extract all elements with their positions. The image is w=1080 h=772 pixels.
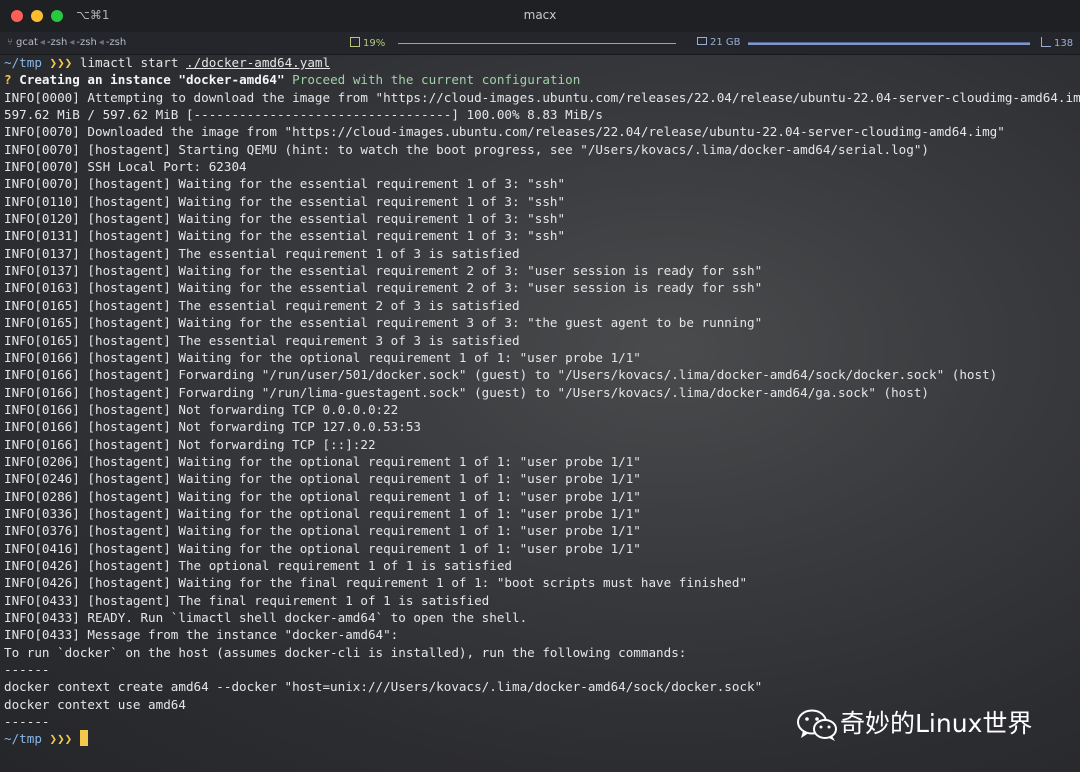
log-line: INFO[0165] [hostagent] The essential req…	[4, 297, 520, 313]
tab-separator: ◂	[98, 37, 104, 48]
tab-list: ⑂ gcat ◂ -zsh ◂ -zsh ◂ -zsh	[7, 37, 126, 48]
log-line: INFO[0120] [hostagent] Waiting for the e…	[4, 211, 566, 227]
memory-graph	[748, 42, 1030, 45]
question-mark: ?	[4, 72, 12, 88]
tab-gcat[interactable]: gcat	[16, 37, 38, 48]
tab-zsh-3[interactable]: -zsh	[106, 37, 126, 48]
log-line: INFO[0137] [hostagent] Waiting for the e…	[4, 263, 763, 279]
log-line: INFO[0166] [hostagent] Forwarding "/run/…	[4, 384, 930, 400]
cpu-icon	[350, 37, 360, 47]
log-line: INFO[0433] Message from the instance "do…	[4, 627, 399, 643]
prompt-path: ~/tmp	[4, 55, 42, 70]
log-line: INFO[0166] [hostagent] Not forwarding TC…	[4, 436, 376, 452]
log-line: ------	[4, 662, 50, 678]
log-line: INFO[0426] [hostagent] Waiting for the f…	[4, 575, 748, 591]
log-line: INFO[0416] [hostagent] Waiting for the o…	[4, 540, 641, 556]
log-line: INFO[0166] [hostagent] Not forwarding TC…	[4, 419, 422, 435]
cpu-graph	[398, 43, 676, 44]
log-line: INFO[0166] [hostagent] Not forwarding TC…	[4, 401, 399, 417]
log-line: INFO[0166] [hostagent] Waiting for the o…	[4, 349, 641, 365]
prompt-arrows: ❯❯❯	[49, 731, 73, 747]
log-line: To run `docker` on the host (assumes doc…	[4, 644, 687, 660]
log-line: INFO[0137] [hostagent] The essential req…	[4, 245, 520, 261]
prompt-arrows: ❯❯❯	[49, 55, 73, 70]
network-value: 138	[1054, 38, 1074, 49]
tab-separator: ◂	[39, 37, 45, 48]
memory-status: 21 GB	[697, 37, 741, 48]
log-line: INFO[0131] [hostagent] Waiting for the e…	[4, 228, 566, 244]
log-line: INFO[0163] [hostagent] Waiting for the e…	[4, 280, 763, 296]
log-line: INFO[0336] [hostagent] Waiting for the o…	[4, 505, 641, 521]
title-bar: ⌥⌘1 macx	[0, 0, 1080, 32]
cpu-value: 19%	[363, 38, 386, 49]
tab-zsh-2[interactable]: -zsh	[76, 37, 96, 48]
log-output: INFO[0000] Attempting to download the im…	[4, 89, 1080, 731]
command-line: ~/tmp ❯❯❯ limactl start ./docker-amd64.y…	[4, 54, 1080, 71]
log-line: INFO[0165] [hostagent] Waiting for the e…	[4, 315, 763, 331]
selected-answer: Proceed with the current configuration	[292, 72, 581, 88]
log-line: INFO[0070] [hostagent] Waiting for the e…	[4, 176, 566, 192]
log-line: INFO[0426] [hostagent] The optional requ…	[4, 557, 512, 573]
terminal-window: ⌥⌘1 macx ⑂ gcat ◂ -zsh ◂ -zsh ◂ -zsh 19% 21 GB …	[0, 0, 1080, 772]
branch-icon: ⑂	[7, 37, 13, 48]
log-line: INFO[0206] [hostagent] Waiting for the o…	[4, 453, 641, 469]
log-line: INFO[0433] [hostagent] The final require…	[4, 592, 490, 608]
network-icon	[1041, 37, 1051, 47]
watermark-text: 奇妙的Linux世界	[840, 709, 1033, 738]
status-bar: ⑂ gcat ◂ -zsh ◂ -zsh ◂ -zsh 19% 21 GB 138	[0, 32, 1080, 55]
command-argument: ./docker-amd64.yaml	[186, 55, 331, 70]
log-line: 597.62 MiB / 597.62 MiB [---------------…	[4, 107, 603, 123]
log-line: INFO[0246] [hostagent] Waiting for the o…	[4, 471, 641, 487]
prompt-path: ~/tmp	[4, 731, 42, 747]
log-line: INFO[0000] Attempting to download the im…	[4, 89, 1080, 105]
command-text: limactl start	[79, 55, 179, 70]
log-line: INFO[0166] [hostagent] Forwarding "/run/…	[4, 367, 998, 383]
log-line: INFO[0110] [hostagent] Waiting for the e…	[4, 193, 566, 209]
question-line: ? Creating an instance "docker-amd64" Pr…	[4, 71, 1080, 88]
memory-value: 21 GB	[710, 37, 741, 48]
log-line: docker context create amd64 --docker "ho…	[4, 679, 763, 695]
window-title: macx	[523, 8, 557, 22]
network-status: 138	[1041, 37, 1073, 49]
terminal-output[interactable]: ~/tmp ❯❯❯ limactl start ./docker-amd64.y…	[4, 54, 1080, 764]
log-line: INFO[0165] [hostagent] The essential req…	[4, 332, 520, 348]
wechat-icon	[797, 709, 837, 741]
log-line: INFO[0433] READY. Run `limactl shell doc…	[4, 610, 528, 625]
log-line: INFO[0286] [hostagent] Waiting for the o…	[4, 488, 641, 504]
tab-zsh-1[interactable]: -zsh	[47, 37, 67, 48]
tab-separator: ◂	[69, 37, 75, 48]
log-line: INFO[0376] [hostagent] Waiting for the o…	[4, 523, 641, 539]
log-line: INFO[0070] SSH Local Port: 62304	[4, 159, 247, 175]
log-line: INFO[0070] [hostagent] Starting QEMU (hi…	[4, 141, 930, 157]
question-text: Creating an instance "docker-amd64"	[19, 72, 285, 88]
cpu-status: 19%	[350, 37, 385, 49]
log-line: INFO[0070] Downloaded the image from "ht…	[4, 124, 1005, 140]
memory-icon	[697, 37, 707, 45]
text-cursor[interactable]	[79, 730, 88, 747]
